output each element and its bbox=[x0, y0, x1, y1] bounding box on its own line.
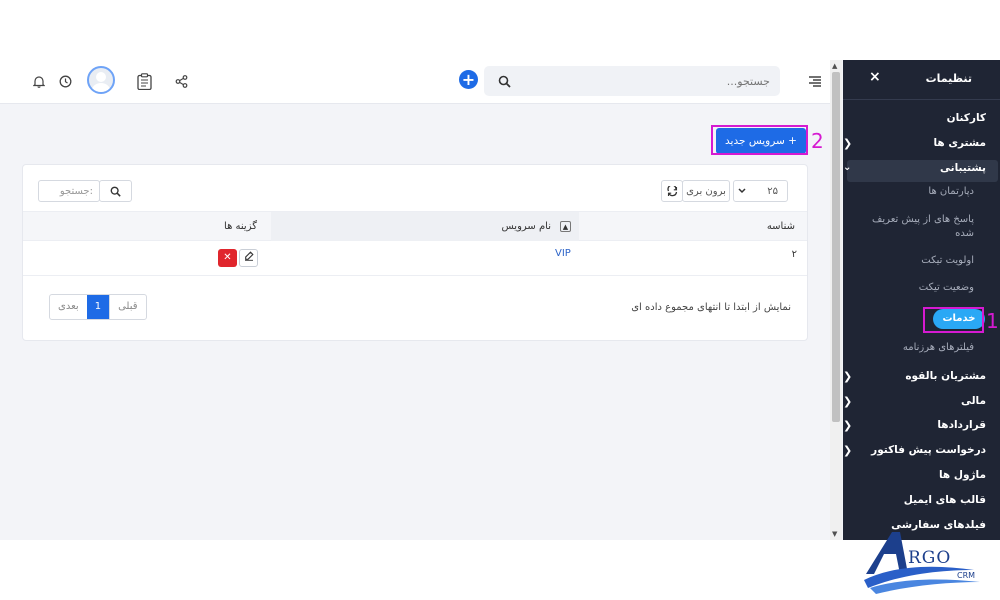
row-id-cell: ۲ bbox=[791, 249, 797, 260]
scroll-up-icon[interactable]: ▲ bbox=[832, 62, 837, 70]
column-options: گزینه ها bbox=[224, 221, 257, 232]
add-icon[interactable]: + bbox=[459, 70, 478, 89]
pagination-next[interactable]: بعدی bbox=[50, 295, 87, 319]
refresh-icon[interactable] bbox=[661, 180, 683, 202]
annotation-number-1: 1 bbox=[986, 309, 999, 333]
column-name[interactable]: نام سرویس bbox=[502, 221, 551, 232]
settings-sidebar: تنظیمات × کارکنان مشتری ها ❮ پشتیبانی ⌄ دپ… bbox=[843, 60, 1000, 540]
table-header: شناسه ▲ نام سرویس گزینه ها bbox=[23, 211, 807, 241]
row-name-link[interactable]: VIP bbox=[555, 248, 571, 259]
global-search[interactable] bbox=[484, 66, 780, 96]
close-icon[interactable]: × bbox=[869, 69, 881, 85]
services-table-card: ۲۵ برون بری جستجو: شناسه ▲ نام سرویس گزی… bbox=[22, 164, 808, 341]
share-icon[interactable] bbox=[170, 70, 192, 92]
sidebar-sub-ticket-status[interactable]: وضعیت تیکت bbox=[919, 282, 974, 293]
sort-asc-icon[interactable]: ▲ bbox=[560, 221, 571, 232]
sidebar-sub-ticket-priority[interactable]: اولویت تیکت bbox=[921, 255, 974, 266]
chevron-left-icon: ❮ bbox=[843, 137, 853, 150]
page-length-select[interactable]: ۲۵ bbox=[733, 180, 788, 202]
argo-crm-logo: RGO CRM bbox=[862, 530, 992, 596]
export-button[interactable]: برون بری bbox=[682, 180, 730, 202]
sidebar-item-email-templates[interactable]: قالب های ایمیل bbox=[843, 494, 986, 514]
sidebar-item-staff[interactable]: کارکنان bbox=[843, 112, 986, 132]
pagination-prev[interactable]: قبلی bbox=[109, 295, 145, 319]
edit-icon[interactable] bbox=[239, 249, 258, 267]
annotation-number-2: 2 bbox=[811, 129, 824, 153]
table-search-input[interactable]: جستجو: bbox=[38, 180, 100, 202]
annotation-box-2 bbox=[711, 125, 808, 155]
sidebar-header: تنظیمات × bbox=[843, 60, 1000, 100]
sidebar-item-estimate-request[interactable]: درخواست پیش فاکتور ❮ bbox=[843, 444, 986, 464]
sidebar-sub-departments[interactable]: دپارتمان ها bbox=[928, 186, 974, 197]
delete-icon[interactable]: ✕ bbox=[218, 249, 237, 267]
table-info: نمایش از ابتدا تا انتهای مجموع داده ای bbox=[631, 302, 791, 313]
table-search-button[interactable] bbox=[99, 180, 132, 202]
row-divider bbox=[23, 275, 807, 276]
avatar[interactable] bbox=[87, 66, 115, 94]
page-scrollbar[interactable]: ▲ ▼ bbox=[830, 60, 842, 540]
bell-icon[interactable] bbox=[28, 70, 50, 92]
app-window: + + سرویس جدید 2 ۲۵ برون بری bbox=[0, 60, 1000, 540]
chevron-left-icon: ❮ bbox=[843, 419, 853, 432]
pagination: بعدی 1 قبلی bbox=[49, 294, 147, 320]
logo-text: RGO bbox=[908, 548, 952, 568]
menu-icon[interactable] bbox=[804, 70, 826, 92]
scrollbar-thumb[interactable] bbox=[832, 72, 840, 422]
pagination-current[interactable]: 1 bbox=[86, 295, 110, 319]
sidebar-sub-spam-filters[interactable]: فیلترهای هرزنامه bbox=[903, 342, 974, 353]
search-input[interactable] bbox=[530, 71, 770, 91]
clipboard-icon[interactable] bbox=[133, 70, 155, 92]
sidebar-item-leads[interactable]: مشتریان بالقوه ❮ bbox=[843, 370, 986, 390]
sidebar-item-customers[interactable]: مشتری ها ❮ bbox=[843, 137, 986, 157]
sidebar-item-support[interactable]: پشتیبانی ⌄ bbox=[843, 162, 986, 182]
chevron-left-icon: ❮ bbox=[843, 444, 853, 457]
column-id[interactable]: شناسه bbox=[767, 221, 795, 232]
clock-icon[interactable] bbox=[54, 70, 76, 92]
chevron-left-icon: ❮ bbox=[843, 370, 853, 383]
logo-subtext: CRM bbox=[957, 571, 976, 580]
top-bar: + bbox=[0, 60, 830, 104]
search-icon bbox=[110, 186, 121, 197]
sidebar-item-finance[interactable]: مالی ❮ bbox=[843, 395, 986, 415]
chevron-down-icon: ⌄ bbox=[843, 162, 852, 173]
scroll-down-icon[interactable]: ▼ bbox=[832, 530, 837, 538]
sidebar-item-contracts[interactable]: قراردادها ❮ bbox=[843, 419, 986, 439]
sidebar-item-modules[interactable]: ماژول ها bbox=[843, 469, 986, 489]
chevron-down-icon bbox=[738, 186, 746, 197]
search-icon[interactable] bbox=[498, 73, 511, 92]
chevron-left-icon: ❮ bbox=[843, 395, 853, 408]
sidebar-title: تنظیمات bbox=[925, 72, 972, 85]
sidebar-sub-predefined-replies[interactable]: پاسخ های از پیش تعریف شده bbox=[862, 213, 974, 241]
annotation-box-1 bbox=[923, 307, 984, 333]
